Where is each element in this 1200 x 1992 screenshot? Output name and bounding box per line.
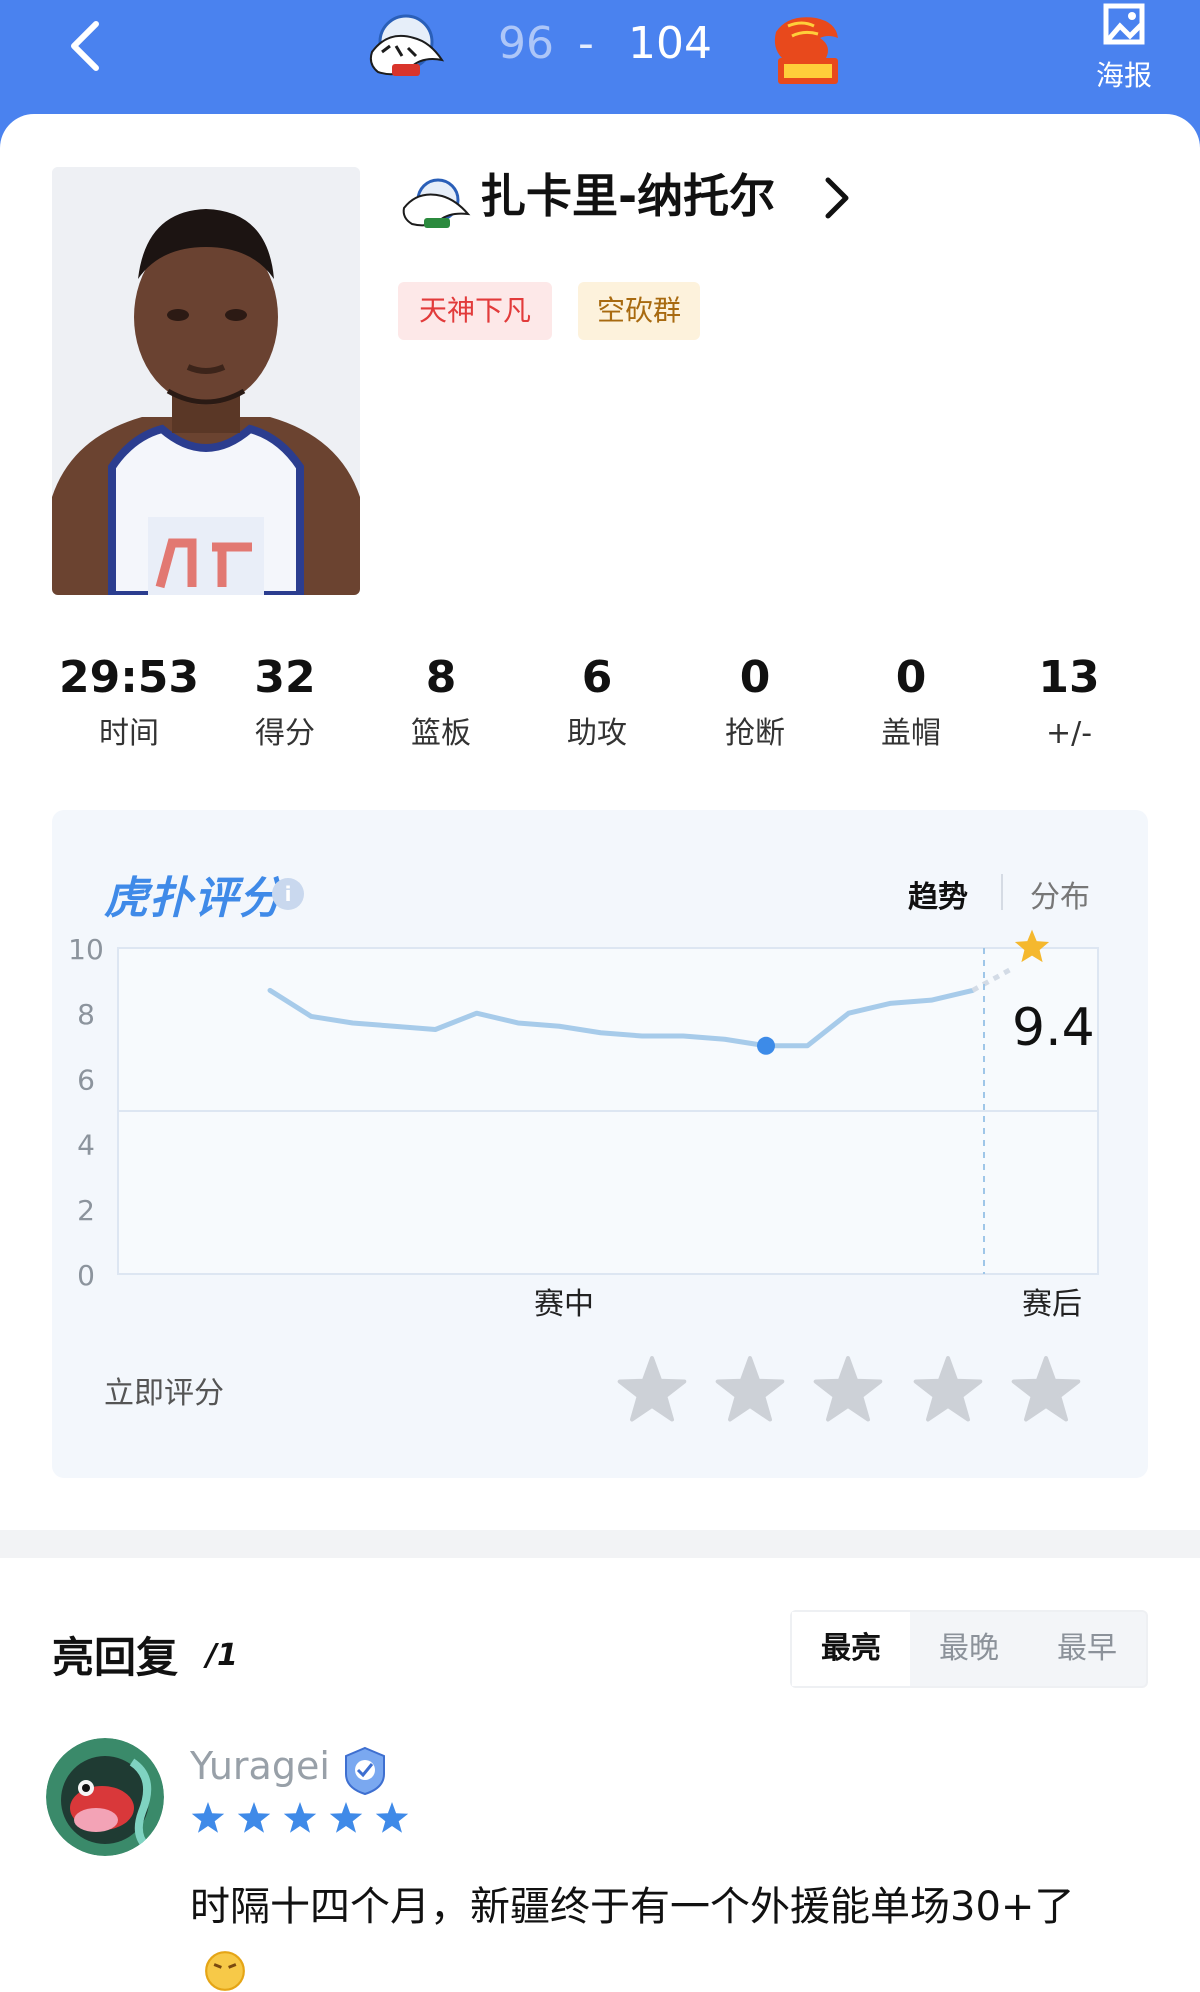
player-portrait-image — [52, 167, 360, 595]
x-label-in-game: 赛中 — [534, 1287, 594, 1320]
sort-brightest[interactable]: 最亮 — [792, 1612, 910, 1686]
y-tick-label: 4 — [77, 1129, 95, 1162]
current-rating-value: 9.4 — [1012, 998, 1095, 1058]
rate-star-icon[interactable] — [912, 1354, 984, 1426]
stat-plus-minus: 13 +/- — [994, 650, 1144, 756]
away-team-logo-icon[interactable] — [758, 12, 848, 88]
stat-label: 篮板 — [411, 716, 471, 751]
reply-text: 时隔十四个月，新疆终于有一个外援能单场30+了 — [190, 1884, 1075, 1930]
stat-value: 32 — [254, 652, 316, 703]
stat-value: 13 — [1038, 652, 1100, 703]
user-star-icon — [191, 1802, 225, 1833]
poster-button[interactable]: 海报 — [1082, 0, 1166, 92]
score-separator: - — [578, 18, 594, 69]
rate-star-icon[interactable] — [714, 1354, 786, 1426]
rating-brand-text: 虎扑评分 — [104, 873, 284, 924]
stat-rebounds: 8 篮板 — [366, 650, 516, 756]
avatar[interactable] — [46, 1738, 164, 1856]
home-score: 96 — [498, 18, 554, 69]
user-star-shape — [375, 1802, 409, 1833]
stat-blocks: 0 盖帽 — [836, 650, 986, 756]
stat-label: 得分 — [255, 716, 315, 751]
tab-trend[interactable]: 趋势 — [908, 872, 968, 916]
emoji-icon — [205, 1951, 245, 1991]
rate-star-shape — [617, 1356, 687, 1422]
stat-steals: 0 抢断 — [680, 650, 830, 756]
stat-label: +/- — [1045, 716, 1093, 751]
sort-latest[interactable]: 最晚 — [910, 1612, 1028, 1686]
stat-value: 0 — [739, 652, 771, 703]
player-name[interactable]: 扎卡里-纳托尔 — [480, 166, 775, 226]
user-star-shape — [329, 1802, 363, 1833]
stat-label: 抢断 — [725, 716, 785, 751]
user-star-icon — [329, 1802, 363, 1833]
user-rating-stars — [190, 1800, 410, 1836]
user-star-shape — [191, 1802, 225, 1833]
stat-value: 6 — [581, 652, 613, 703]
rate-star-icon[interactable] — [1010, 1354, 1082, 1426]
stat-value: 8 — [425, 652, 457, 703]
away-score: 104 — [628, 18, 712, 69]
stat-label: 时间 — [99, 716, 159, 751]
poster-label: 海报 — [1095, 59, 1152, 92]
rate-star-icon[interactable] — [812, 1354, 884, 1426]
rate-star-shape — [1011, 1356, 1081, 1422]
rate-now-label: 立即评分 — [104, 1376, 224, 1411]
user-star-shape — [283, 1802, 317, 1833]
player-photo[interactable] — [52, 167, 360, 595]
stat-label: 盖帽 — [881, 716, 941, 751]
rate-star-shape — [715, 1356, 785, 1422]
x-label-post-game: 赛后 — [1022, 1287, 1082, 1320]
reply-username[interactable]: Yuragei — [190, 1744, 330, 1788]
tab-distribution[interactable]: 分布 — [1030, 872, 1090, 916]
player-team-logo-icon — [402, 178, 471, 228]
y-tick-label: 0 — [77, 1259, 95, 1292]
y-tick-label: 6 — [77, 1063, 95, 1096]
poster-image-icon — [1103, 3, 1145, 45]
stat-value: 0 — [895, 652, 927, 703]
user-star-icon — [237, 1802, 271, 1833]
stat-minutes: 29:53 时间 — [54, 650, 204, 756]
chevron-right-icon[interactable] — [820, 174, 854, 222]
tab-divider — [1001, 874, 1003, 910]
sort-earliest[interactable]: 最早 — [1028, 1612, 1146, 1686]
replies-count: /1 — [206, 1638, 238, 1673]
info-icon[interactable]: i — [272, 878, 304, 910]
user-badge-icon — [345, 1746, 385, 1796]
user-star-shape — [237, 1802, 271, 1833]
stat-value: 29:53 — [58, 652, 200, 703]
replies-sort-tabs: 最亮 最晚 最早 — [790, 1610, 1148, 1688]
y-tick-label: 10 — [68, 933, 104, 966]
rate-star-icon[interactable] — [616, 1354, 688, 1426]
replies-title: 亮回复 — [52, 1633, 179, 1682]
player-tag-empty-scoring: 空砍群 — [578, 282, 700, 340]
back-arrow-icon[interactable] — [62, 16, 112, 76]
user-star-icon — [375, 1802, 409, 1833]
stat-label: 助攻 — [567, 716, 627, 751]
player-tag-god-mode: 天神下凡 — [398, 282, 552, 340]
rating-trend-chart: 10 8 6 4 2 0 赛中 赛后 — [68, 929, 1099, 1320]
home-team-logo-icon[interactable] — [358, 12, 448, 88]
y-tick-label: 2 — [77, 1194, 95, 1227]
section-divider — [0, 1530, 1200, 1558]
rate-star-shape — [813, 1356, 883, 1422]
rate-star-shape — [913, 1356, 983, 1422]
rating-point-low — [757, 1036, 775, 1055]
user-avatar-image — [46, 1738, 164, 1856]
stat-assists: 6 助攻 — [522, 650, 672, 756]
stat-points: 32 得分 — [210, 650, 360, 756]
user-star-icon — [283, 1802, 317, 1833]
y-tick-label: 8 — [77, 998, 95, 1031]
